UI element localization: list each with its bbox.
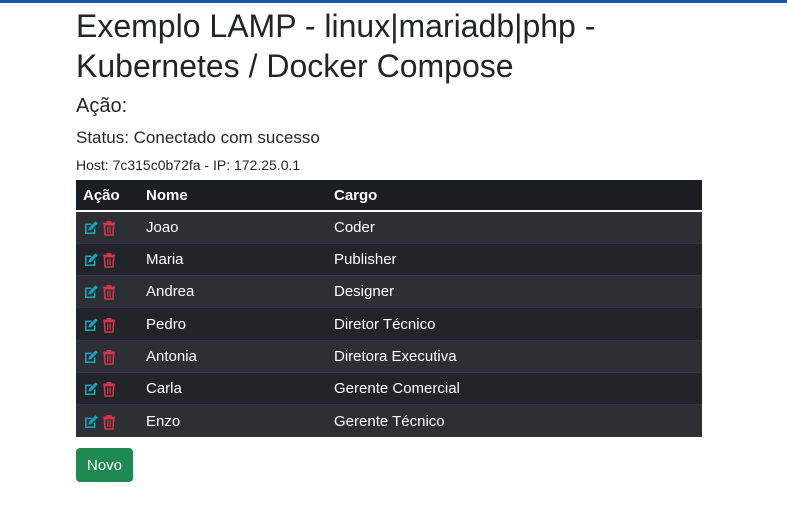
trash-icon[interactable]	[101, 220, 117, 236]
table-row: Andrea Designer	[76, 275, 702, 308]
host-info: Host: 7c315c0b72fa - IP: 172.25.0.1	[76, 157, 301, 173]
table-row: Carla Gerente Comercial	[76, 371, 702, 405]
main-container: Exemplo LAMP - linux|mariadb|php - Kuber…	[76, 6, 702, 438]
edit-icon[interactable]	[83, 414, 99, 430]
trash-icon[interactable]	[101, 349, 117, 365]
header-acao: Ação	[76, 180, 138, 212]
row-actions	[76, 371, 138, 405]
edit-icon[interactable]	[83, 317, 99, 333]
trash-icon[interactable]	[101, 284, 117, 300]
table-row: Joao Coder	[76, 210, 702, 244]
cell-nome: Antonia	[138, 339, 326, 373]
employees-table: Ação Nome Cargo Joao Coder Maria Publisher A…	[76, 180, 702, 438]
table-row: Antonia Diretora Executiva	[76, 339, 702, 373]
edit-icon[interactable]	[83, 284, 99, 300]
table-row: Enzo Gerente Técnico	[76, 404, 702, 438]
table-body: Joao Coder Maria Publisher Andrea Designer Ped…	[76, 210, 702, 438]
cell-cargo: Gerente Técnico	[326, 404, 702, 438]
cell-nome: Joao	[138, 210, 326, 244]
table-row: Pedro Diretor Técnico	[76, 307, 702, 341]
cell-cargo: Publisher	[326, 242, 702, 276]
row-actions	[76, 275, 138, 308]
trash-icon[interactable]	[101, 414, 117, 430]
row-actions	[76, 307, 138, 341]
table-header-row: Ação Nome Cargo	[76, 180, 702, 212]
edit-icon[interactable]	[83, 349, 99, 365]
row-actions	[76, 242, 138, 276]
table-row: Maria Publisher	[76, 242, 702, 276]
new-button[interactable]: Novo	[76, 448, 133, 482]
cell-nome: Maria	[138, 242, 326, 276]
edit-icon[interactable]	[83, 381, 99, 397]
trash-icon[interactable]	[101, 252, 117, 268]
edit-icon[interactable]	[83, 220, 99, 236]
page-title: Exemplo LAMP - linux|mariadb|php - Kuber…	[76, 8, 596, 84]
cell-nome: Enzo	[138, 404, 326, 438]
cell-nome: Carla	[138, 371, 326, 405]
row-actions	[76, 404, 138, 438]
cell-cargo: Coder	[326, 210, 702, 244]
cell-nome: Pedro	[138, 307, 326, 341]
cell-nome: Andrea	[138, 275, 326, 308]
row-actions	[76, 210, 138, 244]
action-heading: Ação:	[76, 95, 128, 117]
status-message: Status: Conectado com sucesso	[76, 128, 320, 147]
cell-cargo: Diretora Executiva	[326, 339, 702, 373]
header-cargo: Cargo	[326, 180, 702, 212]
row-actions	[76, 339, 138, 373]
header-nome: Nome	[138, 180, 326, 212]
cell-cargo: Diretor Técnico	[326, 307, 702, 341]
cell-cargo: Gerente Comercial	[326, 371, 702, 405]
cell-cargo: Designer	[326, 275, 702, 308]
edit-icon[interactable]	[83, 252, 99, 268]
top-accent-bar	[0, 0, 787, 3]
trash-icon[interactable]	[101, 317, 117, 333]
trash-icon[interactable]	[101, 381, 117, 397]
